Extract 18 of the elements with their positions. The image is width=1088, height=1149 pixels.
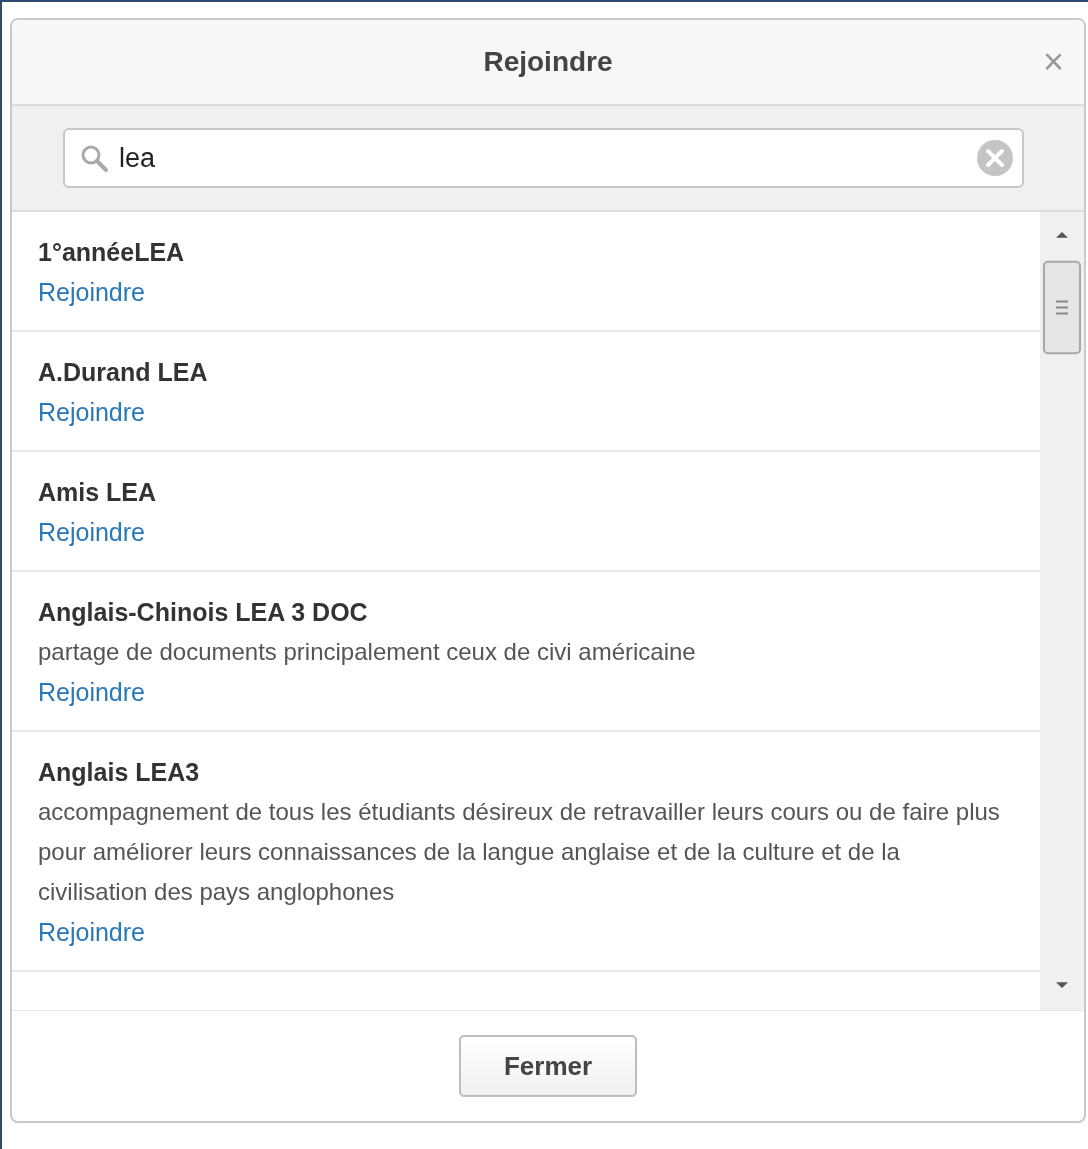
group-description: partage de documents principalement ceux de civi américaine [38, 637, 697, 667]
group-name: A.Durand LEA [38, 357, 209, 388]
group-name: Amis LEA [38, 477, 158, 508]
close-button[interactable]: × [1042, 44, 1064, 80]
join-link[interactable]: Rejoindre [38, 672, 145, 712]
group-description: accompagnement de tous les étudiants désireux de retravailler leurs cours ou de faire plus pour améliorer leurs connaissances de la langue anglaise et de la culture et de la civilisation des pays anglophones [38, 797, 1001, 907]
join-link[interactable]: Rejoindre [38, 272, 145, 312]
group-name: Anglais LEA3 [38, 757, 201, 788]
clear-icon[interactable] [976, 139, 1014, 177]
join-link[interactable]: Rejoindre [38, 392, 145, 432]
search-icon [79, 143, 109, 173]
search-field[interactable]: lea [63, 128, 1024, 188]
group-name: Anglais-Chinois LEA 3 DOC [38, 597, 369, 628]
group-name: 1°annéeLEA [38, 237, 186, 268]
close-dialog-button[interactable]: Fermer [459, 1035, 637, 1097]
join-link[interactable]: Rejoindre [38, 912, 145, 952]
dialog-title: Rejoindre [483, 46, 613, 78]
join-link[interactable]: Rejoindre [38, 512, 145, 552]
